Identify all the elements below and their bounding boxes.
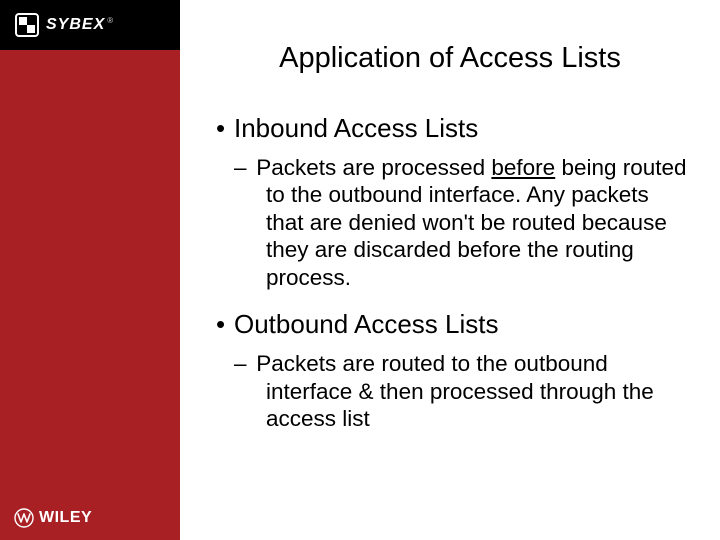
bullet-item: •Outbound Access Lists <box>216 309 690 340</box>
registered-mark: ® <box>107 16 113 25</box>
bullet-label: Outbound Access Lists <box>234 309 498 339</box>
sub-item: – Packets are processed before being rou… <box>250 154 690 291</box>
slide-title: Application of Access Lists <box>180 0 720 85</box>
bullet-item: •Inbound Access Lists <box>216 113 690 144</box>
wiley-logo: WILEY <box>14 508 92 528</box>
sidebar: SYBEX® WILEY <box>0 0 180 540</box>
sybex-logo-icon <box>14 12 40 38</box>
sub-item: – Packets are routed to the outbound int… <box>250 350 690 432</box>
sybex-logo: SYBEX® <box>0 0 180 50</box>
sybex-logo-text: SYBEX® <box>46 16 113 34</box>
sub-text-pre: Packets are processed <box>256 155 491 180</box>
slide-body: •Inbound Access Lists – Packets are proc… <box>180 85 720 433</box>
sub-text-underlined: before <box>491 155 555 180</box>
wiley-logo-text: WILEY <box>39 509 92 527</box>
sub-text-pre: Packets are routed to the outbound inter… <box>256 351 654 431</box>
bullet-glyph: • <box>216 113 234 144</box>
content-area: Application of Access Lists •Inbound Acc… <box>180 0 720 540</box>
sybex-name: SYBEX <box>46 16 105 33</box>
bullet-label: Inbound Access Lists <box>234 113 478 143</box>
sub-item-text: – Packets are routed to the outbound int… <box>250 350 690 432</box>
sub-item-text: – Packets are processed before being rou… <box>250 154 690 291</box>
bullet-glyph: • <box>216 309 234 340</box>
slide: SYBEX® WILEY Application of Access Lists… <box>0 0 720 540</box>
wiley-logo-icon <box>14 508 34 528</box>
